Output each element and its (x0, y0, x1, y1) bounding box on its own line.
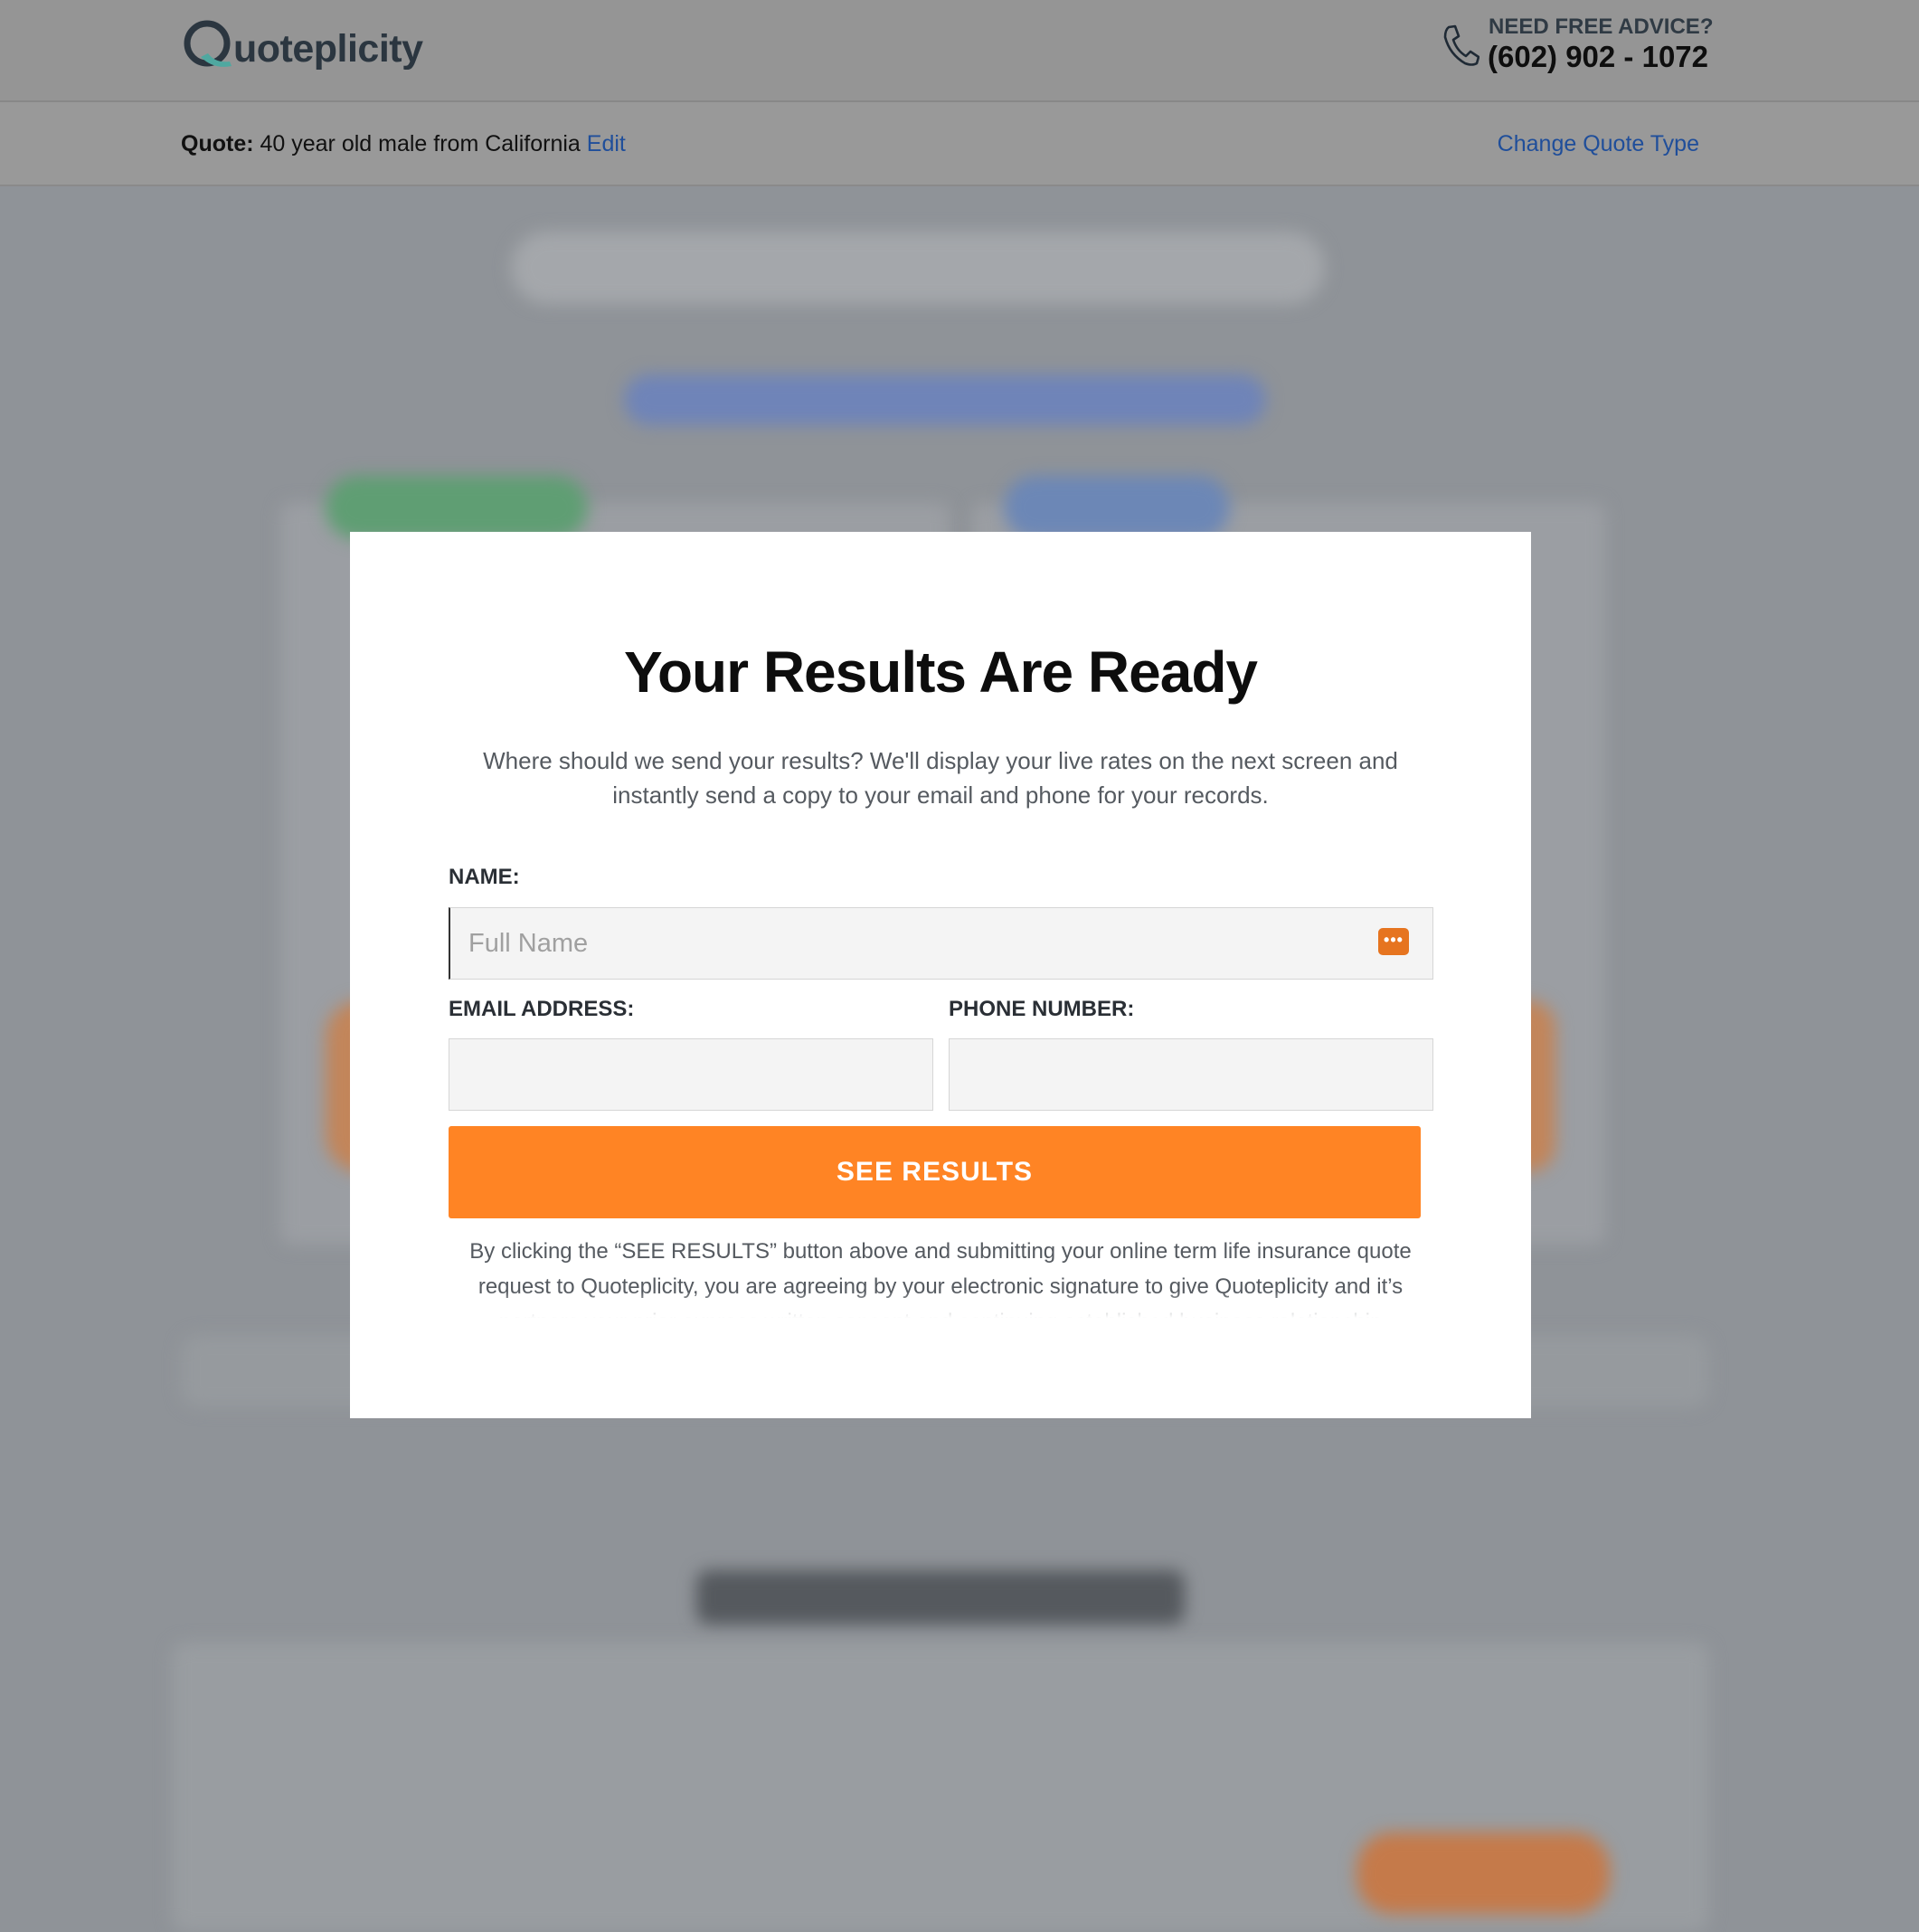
phone-label: PHONE NUMBER: (949, 997, 1135, 1021)
see-results-button[interactable]: SEE RESULTS (449, 1126, 1421, 1218)
free-advice-contact[interactable]: NEED FREE ADVICE? (602) 902 - 1072 (1436, 11, 1713, 76)
full-name-input[interactable] (449, 907, 1433, 980)
quote-description: 40 year old male from California (260, 131, 581, 156)
quote-label: Quote: (181, 131, 254, 156)
email-label: EMAIL ADDRESS: (449, 997, 635, 1021)
modal-subtitle: Where should we send your results? We'll… (483, 747, 1398, 809)
phone-number[interactable]: (602) 902 - 1072 (1488, 40, 1708, 74)
logo-q-icon (184, 20, 232, 67)
blurred-blue-pill (1004, 476, 1230, 539)
blurred-green-pill (326, 476, 588, 539)
quote-summary-bar: Quote: 40 year old male from California … (0, 102, 1919, 186)
results-modal: Your Results Are Ready Where should we s… (350, 532, 1531, 1418)
change-quote-type-link[interactable]: Change Quote Type (1498, 131, 1699, 157)
phone-input[interactable] (949, 1038, 1433, 1111)
advice-label: NEED FREE ADVICE? (1489, 14, 1714, 39)
blurred-heading (696, 1570, 1185, 1624)
blurred-banner (624, 374, 1266, 425)
disclaimer-fade (449, 1292, 1432, 1322)
site-header: uoteplicity NEED FREE ADVICE? (602) 902 … (0, 0, 1919, 102)
blurred-orange-cta (1357, 1833, 1610, 1914)
email-input[interactable] (449, 1038, 933, 1111)
logo-text: uoteplicity (233, 26, 423, 71)
edit-quote-link[interactable]: Edit (587, 131, 626, 156)
blurred-tabs (511, 232, 1325, 304)
phone-icon (1443, 24, 1479, 66)
autofill-icon[interactable]: ••• (1378, 928, 1409, 955)
quoteplicity-logo[interactable]: uoteplicity (181, 13, 423, 76)
quote-summary: Quote: 40 year old male from California … (181, 131, 626, 157)
modal-title: Your Results Are Ready (624, 639, 1258, 705)
name-label: NAME: (449, 865, 520, 889)
